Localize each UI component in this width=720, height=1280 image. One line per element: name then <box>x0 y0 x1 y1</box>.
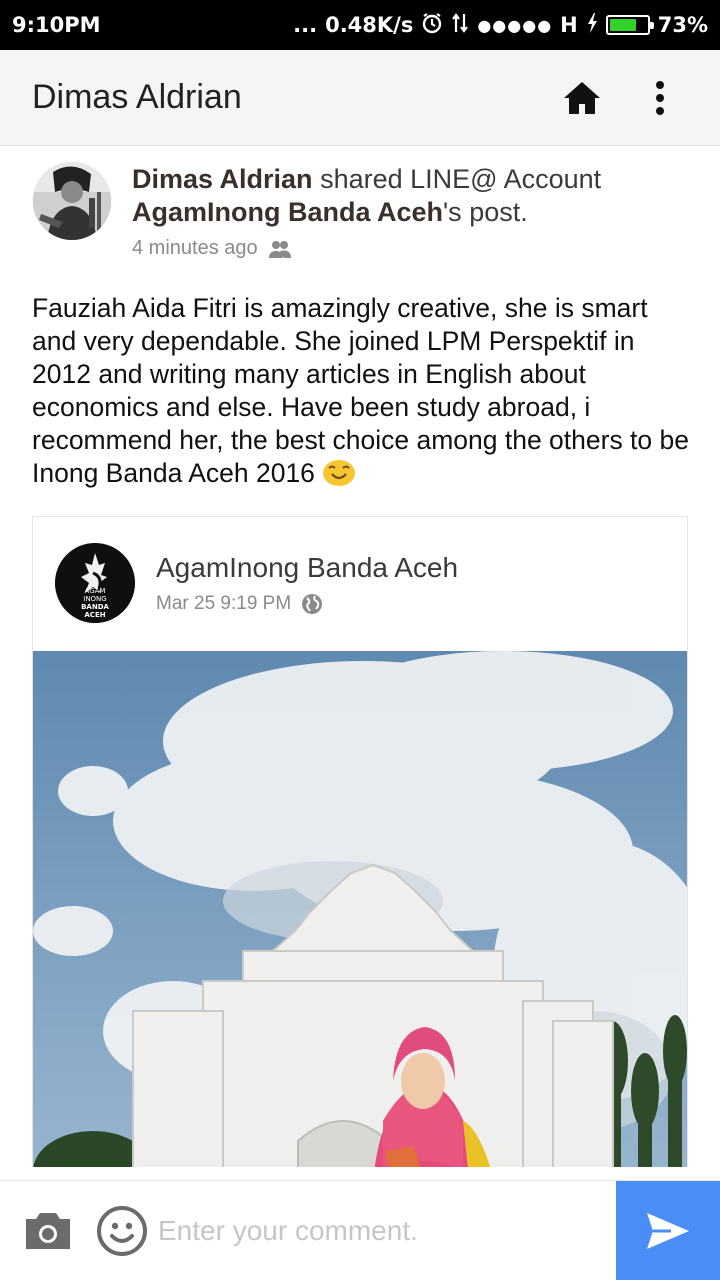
status-more-dots: ... <box>293 13 318 37</box>
app-bar: Dimas Aldrian <box>0 50 720 146</box>
post-time: 4 minutes ago <box>132 237 258 259</box>
app-bar-title: Dimas Aldrian <box>32 78 242 116</box>
author-avatar[interactable] <box>33 162 111 240</box>
logo-text-banda: BANDA <box>81 603 109 611</box>
shared-account-title[interactable]: AgamInong Banda Aceh <box>156 552 458 584</box>
author-name[interactable]: Dimas Aldrian <box>132 164 313 194</box>
status-net-speed: 0.48K/s <box>325 13 414 37</box>
post-meta: 4 minutes ago <box>132 237 292 260</box>
more-options-button[interactable] <box>632 70 688 126</box>
share-suffix: 's post. <box>443 197 528 227</box>
shared-account-logo[interactable]: AGAM INONG BANDA ACEH <box>55 543 135 623</box>
shared-post-header: AGAM INONG BANDA ACEH AgamInong Banda Ac… <box>33 517 687 651</box>
alarm-icon <box>421 12 443 39</box>
comment-bar <box>0 1180 720 1280</box>
more-vertical-icon <box>656 80 664 115</box>
battery-icon <box>605 15 654 35</box>
status-bar: 9:10PM ... 0.48K/s ●●●●● H 73% <box>0 0 720 50</box>
shared-account-name[interactable]: AgamInong Banda Aceh <box>132 197 443 227</box>
logo-text-inong: INONG <box>83 595 106 603</box>
status-right: ... 0.48K/s ●●●●● H 73% <box>293 12 708 39</box>
send-icon <box>647 1213 689 1249</box>
smiling-face-emoji <box>322 457 356 495</box>
emoji-button[interactable] <box>96 1205 148 1257</box>
camera-button[interactable] <box>22 1209 74 1253</box>
network-type: H <box>560 13 578 37</box>
friends-icon <box>268 240 291 258</box>
home-icon <box>564 81 600 114</box>
share-verb: shared LINE@ Account <box>312 164 602 194</box>
shared-post-card[interactable]: AGAM INONG BANDA ACEH AgamInong Banda Ac… <box>32 516 688 1167</box>
battery-percent: 73% <box>657 13 708 37</box>
status-time: 9:10PM <box>12 13 101 37</box>
share-description: Dimas Aldrian shared LINE@ Account AgamI… <box>132 163 692 229</box>
post-body-text: Fauziah Aida Fitri is amazingly creative… <box>32 293 690 488</box>
signal-strength: ●●●●● <box>477 15 553 35</box>
post-content[interactable]: Dimas Aldrian shared LINE@ Account AgamI… <box>0 147 720 1167</box>
shared-post-timestamp: Mar 25 9:19 PM <box>156 593 292 614</box>
post-header: Dimas Aldrian shared LINE@ Account AgamI… <box>0 147 720 267</box>
shared-post-photo[interactable] <box>33 651 687 1167</box>
logo-text-aceh: ACEH <box>84 611 105 619</box>
screen: 9:10PM ... 0.48K/s ●●●●● H 73% Dimas Ald… <box>0 0 720 1280</box>
smiley-icon <box>97 1206 147 1256</box>
logo-text-agam: AGAM <box>85 587 106 595</box>
charging-icon <box>586 12 598 39</box>
comment-input[interactable] <box>158 1201 598 1261</box>
camera-icon <box>26 1213 70 1249</box>
home-button[interactable] <box>554 70 610 126</box>
data-transfer-icon <box>451 12 469 39</box>
globe-icon <box>302 594 323 614</box>
shared-post-meta: Mar 25 9:19 PM <box>156 593 323 615</box>
post-body: Fauziah Aida Fitri is amazingly creative… <box>32 292 697 495</box>
send-button[interactable] <box>616 1181 720 1280</box>
